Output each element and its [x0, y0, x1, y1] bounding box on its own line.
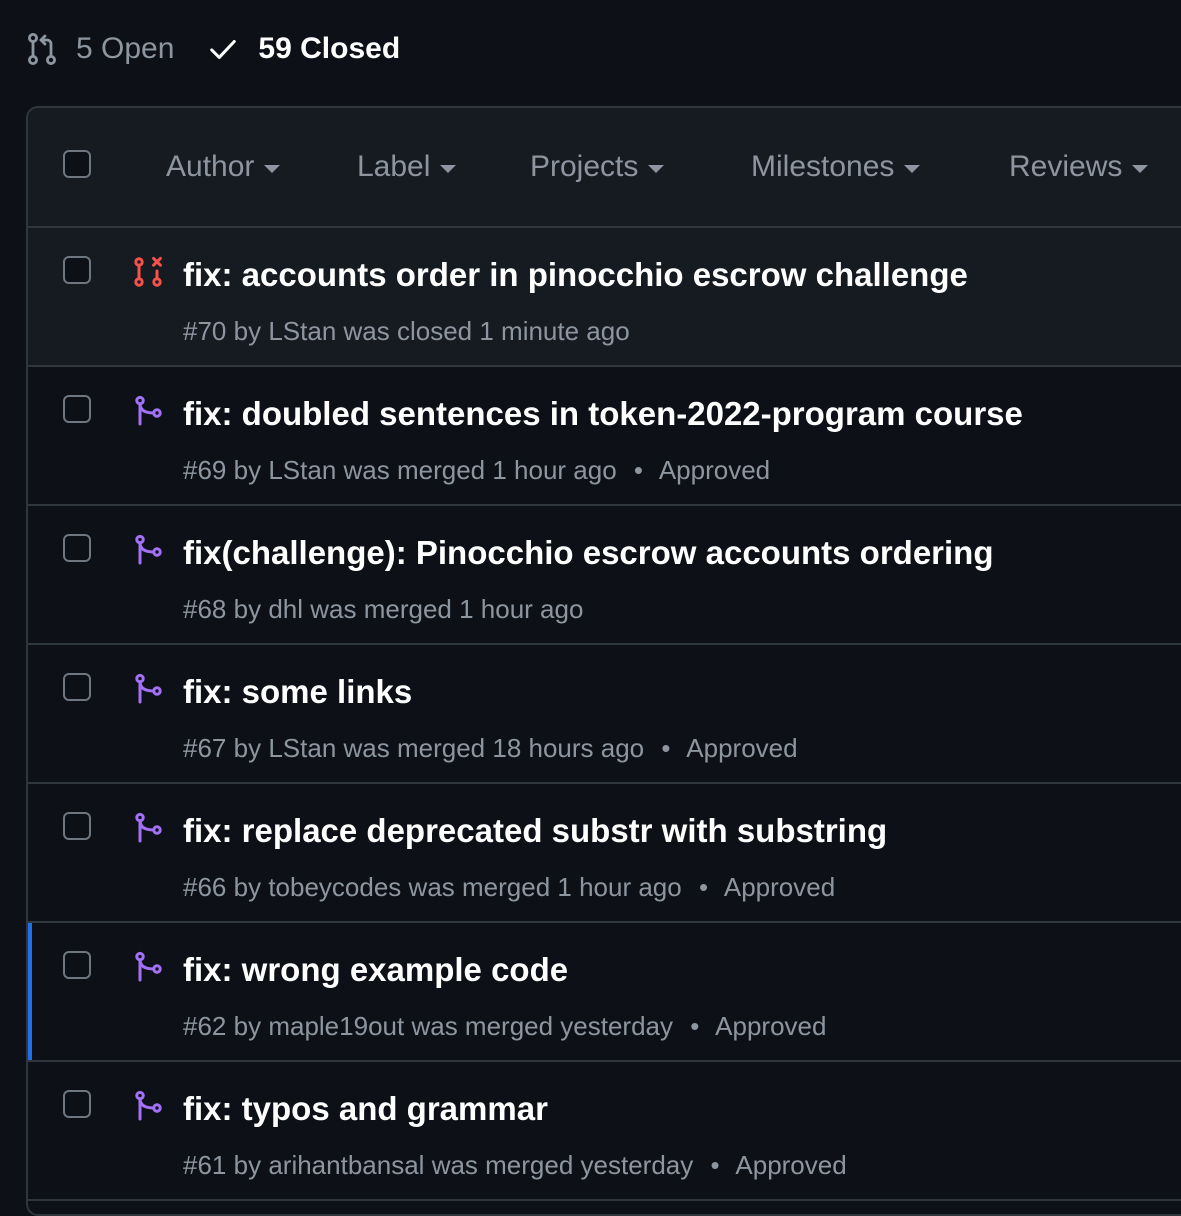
milestones-filter[interactable]: Milestones: [751, 108, 921, 226]
reviews-filter[interactable]: Reviews: [1009, 108, 1149, 226]
merged-icon: [132, 673, 164, 705]
by-text: by: [233, 594, 262, 624]
review-status[interactable]: Approved: [659, 455, 770, 485]
caret-down-icon: [264, 165, 281, 173]
review-status[interactable]: Approved: [686, 733, 797, 763]
status-text: was merged yesterday: [431, 1150, 694, 1180]
caret-down-icon: [1132, 165, 1149, 173]
pull-request-title[interactable]: fix: accounts order in pinocchio escrow …: [183, 256, 968, 294]
status-text: was merged 1 hour ago: [310, 594, 584, 624]
check-icon: [208, 34, 238, 64]
caret-down-icon: [904, 165, 921, 173]
projects-filter-label: Projects: [530, 150, 639, 183]
pull-request-title[interactable]: fix: replace deprecated substr with subs…: [183, 812, 887, 850]
author-link[interactable]: arihantbansal: [268, 1150, 424, 1180]
pull-request-meta: #69 by LStan was merged 1 hour ago • App…: [183, 455, 770, 486]
status-text: was closed 1 minute ago: [343, 316, 630, 346]
list-header: Author Label Projects Milestones Reviews: [28, 108, 1181, 228]
row-checkbox[interactable]: [63, 534, 91, 562]
caret-down-icon: [648, 165, 665, 173]
pull-request-title[interactable]: fix: some links: [183, 673, 412, 711]
closed-icon: [132, 256, 164, 288]
pull-request-number: #69: [183, 455, 227, 485]
merged-icon: [132, 1090, 164, 1122]
select-all-checkbox[interactable]: [63, 150, 91, 178]
pull-request-number: #70: [183, 316, 227, 346]
review-status[interactable]: Approved: [735, 1150, 846, 1180]
projects-filter[interactable]: Projects: [530, 108, 665, 226]
pull-request-row[interactable]: fix: wrong example code #62 by maple19ou…: [28, 923, 1181, 1062]
caret-down-icon: [440, 165, 457, 173]
pull-request-number: #66: [183, 872, 227, 902]
pull-request-row[interactable]: fix: replace deprecated substr with subs…: [28, 784, 1181, 923]
review-status[interactable]: Approved: [715, 1011, 826, 1041]
separator-dot: •: [698, 872, 709, 902]
author-link[interactable]: maple19out: [268, 1011, 404, 1041]
pull-request-number: #67: [183, 733, 227, 763]
status-text: was merged 1 hour ago: [343, 455, 617, 485]
pull-request-number: #68: [183, 594, 227, 624]
pull-request-icon: [26, 32, 58, 66]
status-text: was merged yesterday: [411, 1011, 674, 1041]
row-checkbox[interactable]: [63, 951, 91, 979]
pull-request-meta: #70 by LStan was closed 1 minute ago: [183, 316, 630, 347]
milestones-filter-label: Milestones: [751, 150, 895, 183]
closed-count-label: 59 Closed: [258, 32, 401, 65]
pull-request-title[interactable]: fix: typos and grammar: [183, 1090, 548, 1128]
by-text: by: [233, 316, 262, 346]
row-checkbox[interactable]: [63, 256, 91, 284]
by-text: by: [233, 733, 262, 763]
label-filter-label: Label: [357, 150, 431, 183]
separator-dot: •: [633, 455, 644, 485]
by-text: by: [233, 1011, 262, 1041]
merged-icon: [132, 395, 164, 427]
separator-dot: •: [661, 733, 671, 763]
pull-request-list: Author Label Projects Milestones Reviews…: [26, 106, 1181, 1216]
pull-request-number: #61: [183, 1150, 227, 1180]
pull-request-row[interactable]: fix: accounts order in pinocchio escrow …: [28, 228, 1181, 367]
author-link[interactable]: LStan: [268, 316, 336, 346]
review-status[interactable]: Approved: [724, 872, 835, 902]
merged-icon: [132, 812, 164, 844]
by-text: by: [233, 872, 262, 902]
author-link[interactable]: LStan: [268, 733, 336, 763]
row-checkbox[interactable]: [63, 1090, 91, 1118]
open-filter-link[interactable]: 5 Open: [26, 32, 174, 66]
pull-request-row[interactable]: fix: some links #67 by LStan was merged …: [28, 645, 1181, 784]
reviews-filter-label: Reviews: [1009, 150, 1123, 183]
separator-dot: •: [710, 1150, 720, 1180]
closed-filter-link[interactable]: 59 Closed: [208, 32, 400, 66]
pull-request-title[interactable]: fix(challenge): Pinocchio escrow account…: [183, 534, 994, 572]
row-checkbox[interactable]: [63, 673, 91, 701]
status-text: was merged 1 hour ago: [408, 872, 682, 902]
pull-request-meta: #61 by arihantbansal was merged yesterda…: [183, 1150, 847, 1181]
row-checkbox[interactable]: [63, 395, 91, 423]
by-text: by: [233, 1150, 262, 1180]
open-count-label: 5 Open: [76, 32, 175, 65]
status-text: was merged 18 hours ago: [343, 733, 645, 763]
pull-request-title[interactable]: fix: wrong example code: [183, 951, 568, 989]
pull-request-row[interactable]: fix: doubled sentences in token-2022-pro…: [28, 367, 1181, 506]
merged-icon: [132, 534, 164, 566]
pull-request-number: #62: [183, 1011, 227, 1041]
author-filter[interactable]: Author: [166, 108, 281, 226]
pull-request-title[interactable]: fix: doubled sentences in token-2022-pro…: [183, 395, 1023, 433]
merged-icon: [132, 951, 164, 983]
row-checkbox[interactable]: [63, 812, 91, 840]
pull-request-row[interactable]: fix(challenge): Pinocchio escrow account…: [28, 506, 1181, 645]
pull-request-meta: #62 by maple19out was merged yesterday •…: [183, 1011, 826, 1042]
author-filter-label: Author: [166, 150, 255, 183]
pull-request-row[interactable]: fix: typos and grammar #61 by arihantban…: [28, 1062, 1181, 1201]
label-filter[interactable]: Label: [357, 108, 457, 226]
author-link[interactable]: tobeycodes: [268, 872, 401, 902]
state-toggle-bar: 5 Open 59 Closed: [26, 26, 400, 72]
pull-request-meta: #68 by dhl was merged 1 hour ago: [183, 594, 583, 625]
author-link[interactable]: dhl: [268, 594, 303, 624]
author-link[interactable]: LStan: [268, 455, 336, 485]
pull-request-meta: #67 by LStan was merged 18 hours ago • A…: [183, 733, 798, 764]
separator-dot: •: [690, 1011, 700, 1041]
by-text: by: [233, 455, 262, 485]
pull-request-meta: #66 by tobeycodes was merged 1 hour ago …: [183, 872, 835, 903]
